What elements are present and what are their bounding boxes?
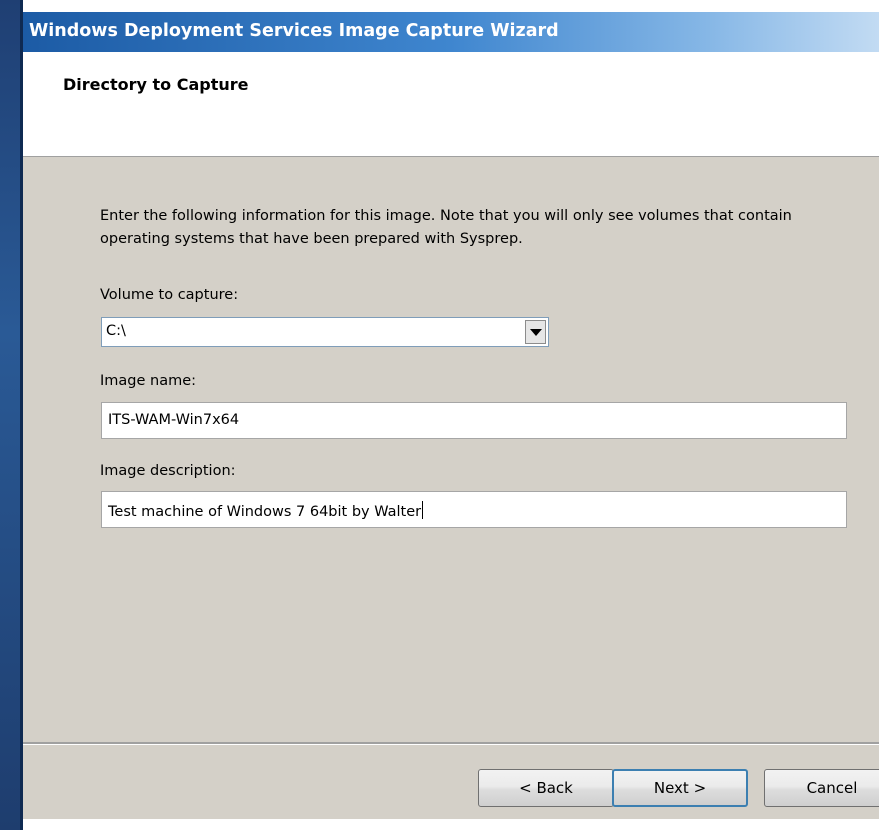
window-title: Windows Deployment Services Image Captur… (29, 21, 559, 41)
window-edge (0, 0, 20, 830)
wizard-header: Directory to Capture (23, 52, 879, 157)
wizard-body: Enter the following information for this… (23, 157, 879, 742)
cancel-button[interactable]: Cancel (764, 769, 879, 807)
volume-label: Volume to capture: (100, 287, 239, 303)
text-caret (422, 501, 424, 519)
wizard-window: Windows Deployment Services Image Captur… (0, 0, 879, 830)
image-name-value: ITS-WAM-Win7x64 (108, 412, 240, 428)
title-bar[interactable]: Windows Deployment Services Image Captur… (23, 12, 879, 52)
chevron-down-icon (530, 329, 542, 336)
page-title: Directory to Capture (63, 75, 249, 94)
image-description-value: Test machine of Windows 7 64bit by Walte… (108, 504, 422, 520)
top-strip (23, 0, 879, 12)
next-button[interactable]: Next > (612, 769, 748, 807)
volume-dropdown[interactable]: C:\ (101, 317, 549, 347)
dropdown-button[interactable] (525, 320, 546, 344)
intro-text: Enter the following information for this… (100, 208, 792, 247)
image-description-label: Image description: (100, 463, 236, 479)
image-name-label: Image name: (100, 373, 197, 389)
image-name-input[interactable]: ITS-WAM-Win7x64 (101, 402, 847, 439)
bottom-strip (23, 819, 879, 830)
back-button[interactable]: < Back (478, 769, 614, 807)
image-description-input[interactable]: Test machine of Windows 7 64bit by Walte… (101, 491, 847, 528)
wizard-footer: < Back Next > Cancel (23, 745, 879, 819)
image-description-text: Test machine of Windows 7 64bit by Walte… (108, 501, 424, 520)
volume-value: C:\ (106, 323, 126, 339)
